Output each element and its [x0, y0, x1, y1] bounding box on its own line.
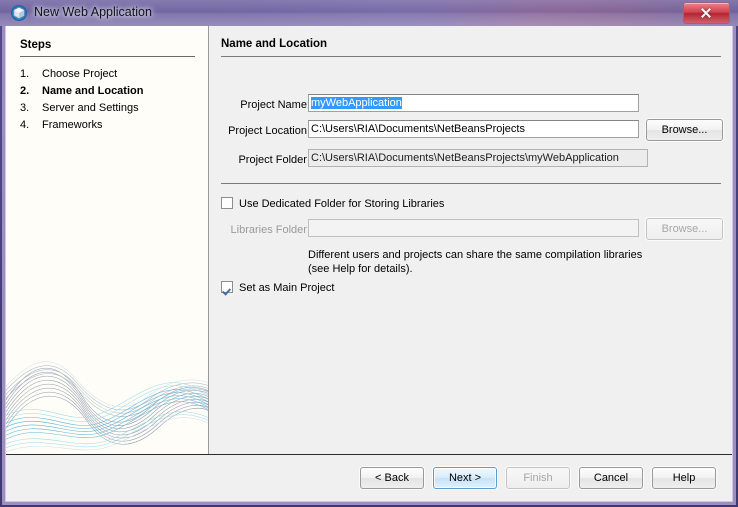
wave-decoration-graphic	[6, 361, 208, 453]
step-item-frameworks: 4. Frameworks	[20, 117, 205, 134]
next-button[interactable]: Next >	[433, 467, 497, 489]
libraries-folder-label: Libraries Folder:	[230, 224, 310, 236]
checkbox-box	[221, 197, 233, 209]
window-title: New Web Application	[34, 5, 152, 19]
steps-heading: Steps	[20, 39, 52, 51]
title-bar: New Web Application	[0, 0, 738, 26]
step-number: 1.	[20, 68, 30, 80]
panel-divider	[221, 56, 721, 57]
help-button[interactable]: Help	[652, 467, 716, 489]
new-web-application-dialog: New Web Application Steps 1. Choose Proje…	[0, 0, 738, 507]
step-number: 3.	[20, 102, 30, 114]
steps-list: 1. Choose Project 2. Name and Location 3. S…	[20, 66, 205, 134]
use-dedicated-folder-checkbox[interactable]: Use Dedicated Folder for Storing Librari…	[221, 197, 444, 212]
checkbox-box	[221, 281, 233, 293]
step-label: Choose Project	[42, 68, 118, 80]
step-label: Name and Location	[42, 85, 144, 97]
set-as-main-project-checkbox[interactable]: Set as Main Project	[221, 281, 334, 296]
checkbox-label: Set as Main Project	[239, 282, 335, 294]
cube-icon	[11, 5, 27, 21]
dialog-content: Steps 1. Choose Project 2. Name and Locati…	[6, 26, 732, 455]
libraries-hint-line-1: Different users and projects can share t…	[308, 249, 643, 261]
dialog-button-bar: < Back Next > Finish Cancel Help	[6, 456, 732, 501]
project-location-label: Project Location:	[228, 125, 310, 137]
project-location-input[interactable]: C:\Users\RIA\Documents\NetBeansProjects	[308, 120, 639, 138]
back-button[interactable]: < Back	[360, 467, 424, 489]
steps-panel: Steps 1. Choose Project 2. Name and Locati…	[6, 26, 209, 454]
step-number: 4.	[20, 119, 30, 131]
name-and-location-panel: Name and Location Project Name: myWebApp…	[209, 26, 732, 454]
libraries-hint-line-2: (see Help for details).	[308, 263, 413, 275]
project-name-label: Project Name:	[240, 99, 310, 111]
step-item-choose-project: 1. Choose Project	[20, 66, 205, 83]
panel-heading: Name and Location	[221, 38, 328, 50]
step-label: Frameworks	[42, 119, 103, 131]
project-folder-label: Project Folder:	[238, 154, 310, 166]
project-folder-value: C:\Users\RIA\Documents\NetBeansProjects\…	[308, 149, 648, 167]
step-number: 2.	[20, 85, 30, 97]
libraries-folder-browse-button: Browse...	[646, 218, 723, 240]
checkbox-label: Use Dedicated Folder for Storing Librari…	[239, 198, 445, 210]
cancel-button[interactable]: Cancel	[579, 467, 643, 489]
step-item-name-and-location: 2. Name and Location	[20, 83, 205, 100]
project-name-input[interactable]: myWebApplication	[308, 94, 639, 112]
step-item-server-and-settings: 3. Server and Settings	[20, 100, 205, 117]
section-divider	[221, 183, 721, 184]
steps-divider	[20, 56, 195, 57]
project-location-browse-button[interactable]: Browse...	[646, 119, 723, 141]
libraries-folder-input	[308, 219, 639, 237]
dialog-body: Steps 1. Choose Project 2. Name and Locati…	[6, 26, 732, 501]
finish-button: Finish	[506, 467, 570, 489]
project-name-value: myWebApplication	[311, 97, 402, 109]
close-button[interactable]	[683, 2, 730, 24]
step-label: Server and Settings	[42, 102, 139, 114]
